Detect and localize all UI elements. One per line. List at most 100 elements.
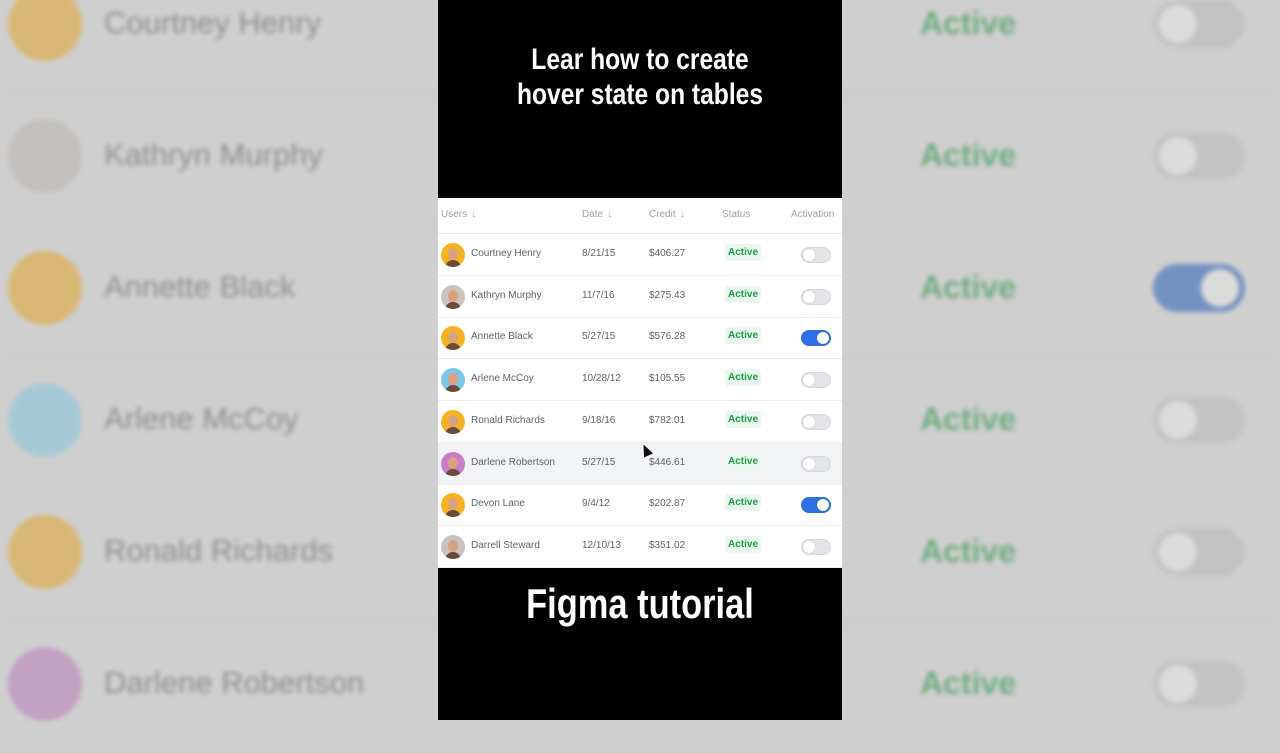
background-status: Active (920, 533, 1017, 569)
video-panel: Lear how to create hover state on tables… (438, 0, 842, 720)
credit-value: $446.61 (649, 456, 686, 468)
status-badge: Active (725, 369, 762, 387)
activation-toggle[interactable] (801, 455, 831, 472)
avatar (8, 383, 82, 457)
date-value: 5/27/15 (582, 456, 616, 468)
avatar-face (448, 539, 458, 552)
avatar-face (448, 331, 458, 344)
background-user-name: Courtney Henry (104, 5, 322, 40)
user-name: Annette Black (471, 331, 533, 343)
activation-toggle[interactable] (801, 247, 831, 263)
user-name: Courtney Henry (471, 248, 542, 259)
status-badge: Active (725, 244, 762, 261)
background-status: Active (920, 5, 1017, 41)
table-row[interactable]: Arlene McCoy 10/28/12 $105.55 Active (438, 359, 842, 402)
avatar (441, 493, 465, 518)
background-toggle (1153, 396, 1245, 444)
activation-toggle[interactable] (801, 288, 831, 305)
table-header: Users ↓ Date ↓ Credit ↓ Status Activation (438, 198, 842, 234)
credit-value: $351.02 (649, 539, 686, 551)
avatar (8, 515, 82, 589)
table-row[interactable]: Annette Black 5/27/15 $576.28 Active (438, 317, 842, 360)
user-name: Devon Lane (471, 498, 525, 510)
headline-line-1: Lear how to create (531, 43, 749, 76)
activation-toggle[interactable] (801, 413, 831, 430)
status-badge: Active (725, 285, 762, 303)
avatar-body (445, 426, 461, 434)
avatar-face (448, 248, 458, 260)
credit-value: $275.43 (649, 289, 686, 301)
status-badge: Active (725, 410, 762, 428)
user-name: Darlene Robertson (471, 456, 555, 468)
avatar (8, 119, 82, 193)
background-toggle (1153, 660, 1245, 708)
status-badge: Active (725, 452, 762, 470)
column-header-label: Users (441, 209, 468, 220)
avatar-face (448, 414, 458, 427)
background-status: Active (920, 401, 1017, 437)
date-value: 11/7/16 (582, 289, 615, 301)
avatar (441, 451, 465, 476)
avatar-body (445, 301, 461, 309)
background-toggle (1153, 132, 1245, 180)
credit-value: $406.27 (649, 248, 686, 259)
avatar-body (445, 260, 461, 267)
activation-toggle[interactable] (801, 330, 831, 347)
avatar-body (445, 385, 461, 393)
table-row[interactable]: Ronald Richards 9/18/16 $782.01 Active (438, 401, 842, 443)
avatar-body (445, 343, 461, 351)
column-header-label: Credit (649, 209, 676, 220)
date-value: 9/18/16 (582, 414, 616, 426)
activation-toggle[interactable] (801, 372, 831, 389)
activation-toggle[interactable] (801, 538, 831, 555)
avatar (441, 368, 465, 393)
table-row[interactable]: Kathryn Murphy 11/7/16 $275.43 Active (438, 276, 842, 318)
background-status: Active (920, 269, 1017, 305)
background-toggle (1153, 0, 1245, 48)
avatar-body (445, 551, 461, 559)
background-status: Active (920, 137, 1017, 173)
user-name: Darrell Steward (471, 539, 540, 551)
credit-value: $202.87 (649, 498, 686, 510)
avatar-face (448, 373, 458, 386)
table-row[interactable]: Devon Lane 9/4/12 $202.87 Active (438, 484, 842, 527)
column-header-date[interactable]: Date ↓ (582, 209, 612, 220)
background-user-name: Arlene McCoy (104, 401, 299, 436)
avatar-body (445, 510, 461, 518)
column-header-users[interactable]: Users ↓ (441, 209, 476, 220)
activation-toggle[interactable] (801, 497, 831, 514)
column-header-label: Status (722, 209, 751, 220)
avatar-face (448, 289, 458, 302)
avatar (441, 243, 465, 267)
avatar (441, 284, 465, 309)
user-name: Kathryn Murphy (471, 289, 542, 301)
headline: Lear how to create hover state on tables (474, 42, 805, 112)
arrow-down-icon: ↓ (607, 209, 613, 220)
status-badge: Active (725, 535, 762, 553)
column-header-status[interactable]: Status (722, 209, 750, 220)
footer-title: Figma tutorial (526, 580, 754, 627)
background-user-name: Kathryn Murphy (104, 137, 323, 172)
background-status: Active (920, 665, 1017, 701)
user-name: Ronald Richards (471, 414, 545, 426)
date-value: 10/28/12 (582, 373, 621, 385)
arrow-down-icon: ↓ (471, 209, 477, 220)
background-toggle (1153, 264, 1245, 312)
headline-line-2: hover state on tables (516, 78, 764, 111)
table-row[interactable]: Courtney Henry 8/21/15 $406.27 Active (438, 234, 842, 276)
credit-value: $105.55 (649, 373, 686, 385)
background-toggle (1153, 528, 1245, 576)
background-user-name: Darlene Robertson (104, 665, 365, 700)
column-header-label: Activation (791, 209, 835, 220)
table-row[interactable]: Darrell Steward 12/10/13 $351.02 Active (438, 526, 842, 568)
credit-value: $576.28 (649, 331, 686, 343)
avatar (441, 534, 465, 559)
avatar (8, 0, 82, 61)
users-table: Users ↓ Date ↓ Credit ↓ Status Activation C… (438, 198, 842, 568)
avatar (441, 326, 465, 351)
status-badge: Active (725, 494, 762, 512)
date-value: 9/4/12 (582, 498, 610, 510)
column-header-activation[interactable]: Activation (791, 209, 834, 220)
avatar (441, 409, 465, 434)
column-header-credit[interactable]: Credit ↓ (649, 209, 685, 220)
